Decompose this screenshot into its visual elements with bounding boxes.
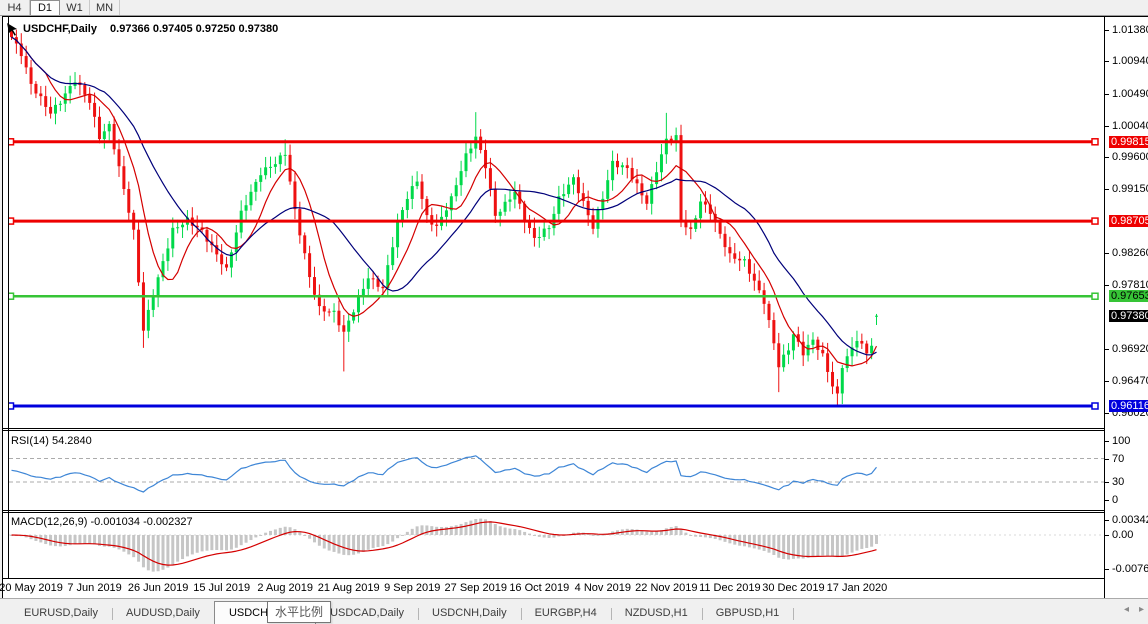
axis-tick [1105, 61, 1109, 63]
chart-tab-eurusd[interactable]: EURUSD,Daily [10, 603, 113, 624]
date-axis[interactable]: 20 May 2019 7 Jun 2019 26 Jun 2019 15 Jul 2… [0, 578, 1148, 598]
axis-tick [1105, 189, 1109, 191]
rsi-indicator-label: RSI(14) 54.2840 [11, 435, 92, 447]
date-axis-label: 22 Nov 2019 [635, 582, 698, 594]
chart-window: USDCHF,Daily 0.97366 0.97405 0.97250 0.9… [0, 16, 1148, 598]
macd-axis-label: 0.003428 [1112, 513, 1148, 526]
timeframe-toolbar: H4 D1 W1 MN [0, 0, 1148, 16]
date-axis-label: 27 Sep 2019 [444, 582, 507, 594]
date-axis-label: 7 Jun 2019 [67, 582, 122, 594]
chart-tab-gbpusd[interactable]: GBPUSD,H1 [702, 603, 795, 624]
macd-axis-label: -0.007615 [1112, 562, 1148, 575]
date-axis-label: 17 Jan 2020 [826, 582, 888, 594]
timeframe-button-mn[interactable]: MN [90, 0, 121, 15]
hline-price-badge: 0.98705 [1109, 215, 1148, 228]
price-axis-label: 0.99600 [1112, 151, 1148, 164]
hline-price-badge: 0.99815 [1109, 135, 1148, 148]
chart-title: USDCHF,Daily 0.97366 0.97405 0.97250 0.9… [23, 23, 278, 35]
tooltip: 水平比例 [267, 601, 332, 623]
date-axis-label: 9 Sep 2019 [384, 582, 441, 594]
price-axis-label: 0.99150 [1112, 183, 1148, 196]
tab-scroll-arrows: ◂ ▸ [1124, 604, 1144, 615]
chart-cursor-arrow-icon [7, 23, 17, 36]
axis-tick [1105, 93, 1109, 95]
timeframe-button-d1[interactable]: D1 [30, 0, 60, 15]
price-axis-label: 1.00040 [1112, 119, 1148, 132]
date-axis-label: 26 Jun 2019 [127, 582, 189, 594]
price-axis-label: 1.00490 [1112, 87, 1148, 100]
tab-scroll-right-icon[interactable]: ▸ [1139, 604, 1144, 615]
date-axis-label: 15 Jul 2019 [193, 582, 251, 594]
date-axis-label: 21 Aug 2019 [317, 582, 380, 594]
axis-tick [1105, 157, 1109, 159]
trading-terminal: H4 D1 W1 MN USDCHF,Daily 0.97366 0.97405 0.… [0, 0, 1148, 624]
date-axis-label: 20 May 2019 [0, 582, 63, 594]
axis-tick [1105, 458, 1109, 460]
chart-tab-nzdusd[interactable]: NZDUSD,H1 [611, 603, 703, 624]
rsi-axis-label: 100 [1112, 435, 1131, 447]
axis-tick [1105, 348, 1109, 350]
chart-tab-bar: EURUSD,Daily AUDUSD,Daily USDCHF,Daily USDC… [0, 598, 1148, 624]
axis-tick [1105, 412, 1109, 414]
axis-tick [1105, 481, 1109, 483]
macd-indicator-label: MACD(12,26,9) -0.001034 -0.002327 [11, 516, 193, 528]
axis-tick [1105, 441, 1109, 442]
tab-scroll-left-icon[interactable]: ◂ [1124, 604, 1129, 615]
axis-tick [1105, 499, 1109, 501]
rsi-axis-label: 0 [1112, 493, 1119, 506]
timeframe-button-h4[interactable]: H4 [0, 0, 30, 15]
current-price-badge: 0.97380 [1109, 309, 1148, 322]
price-axis-label: 1.00940 [1112, 55, 1148, 68]
axis-tick [1105, 519, 1109, 521]
axis-tick [1105, 125, 1109, 127]
date-axis-label: 30 Dec 2019 [762, 582, 825, 594]
chart-ohlc-values: 0.97366 0.97405 0.97250 0.97380 [110, 23, 279, 35]
axis-tick [1105, 380, 1109, 382]
chart-tab-usdcnh[interactable]: USDCNH,Daily [418, 603, 522, 624]
macd-axis-label: 0.00 [1112, 529, 1134, 541]
price-axis-label: 0.97810 [1112, 279, 1148, 291]
rsi-axis-label: 70 [1112, 452, 1125, 465]
plot-left-border [8, 17, 1106, 598]
chart-symbol-label: USDCHF,Daily [23, 23, 97, 35]
axis-tick [1105, 252, 1109, 254]
rsi-axis-label: 30 [1112, 475, 1125, 488]
axis-tick [1105, 568, 1109, 570]
date-axis-label: 4 Nov 2019 [574, 582, 631, 594]
date-axis-label: 16 Oct 2019 [509, 582, 570, 594]
chart-tab-eurgbp[interactable]: EURGBP,H4 [521, 603, 612, 624]
price-axis-label: 0.98260 [1112, 246, 1148, 259]
date-axis-label: 11 Dec 2019 [699, 582, 761, 594]
timeframe-button-w1[interactable]: W1 [60, 0, 90, 15]
tab-separator [793, 608, 795, 620]
axis-tick [1105, 285, 1109, 286]
date-axis-label: 2 Aug 2019 [257, 582, 314, 594]
price-axis-label: 0.96470 [1112, 374, 1148, 387]
price-axis-label: 0.96920 [1112, 342, 1148, 355]
chart-tab-audusd[interactable]: AUDUSD,Daily [112, 603, 215, 624]
price-axis-label: 1.01380 [1112, 24, 1148, 36]
axis-tick [1105, 30, 1109, 31]
chart-tab-usdcad[interactable]: USDCAD,Daily [316, 603, 420, 624]
axis-tick [1105, 535, 1109, 536]
hline-price-badge: 0.97653 [1109, 290, 1148, 303]
hline-price-badge: 0.96116 [1109, 400, 1148, 412]
price-axis[interactable]: 1.01380 1.00940 1.00490 1.00040 0.99600 0.991… [1104, 17, 1148, 598]
